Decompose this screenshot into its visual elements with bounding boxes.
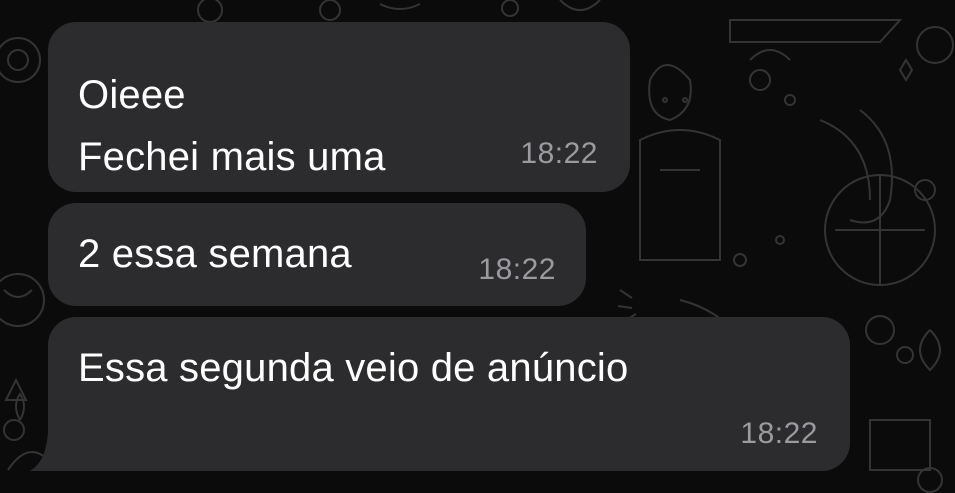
message-text: 2 essa semana bbox=[78, 223, 352, 285]
message-timestamp: 18:22 bbox=[520, 137, 598, 170]
message-timestamp: 18:22 bbox=[740, 417, 818, 450]
message-line: 2 essa semana bbox=[78, 232, 352, 276]
message-bubble[interactable]: Oieee Fechei mais uma 18:22 bbox=[48, 22, 630, 192]
bubble-tail-icon bbox=[30, 432, 68, 471]
message-list[interactable]: Oieee Fechei mais uma 18:22 2 essa seman… bbox=[0, 0, 955, 493]
message-bubble[interactable]: Essa segunda veio de anúncio 18:22 bbox=[48, 317, 850, 471]
message-line: Oieee bbox=[78, 73, 186, 117]
message-text: Essa segunda veio de anúncio bbox=[78, 337, 628, 399]
message-line: Fechei mais uma bbox=[78, 135, 386, 179]
message-bubble[interactable]: 2 essa semana 18:22 bbox=[48, 203, 586, 306]
message-line: Essa segunda veio de anúncio bbox=[78, 346, 629, 390]
message-timestamp: 18:22 bbox=[478, 253, 556, 286]
message-text: Oieee Fechei mais uma bbox=[78, 64, 386, 188]
